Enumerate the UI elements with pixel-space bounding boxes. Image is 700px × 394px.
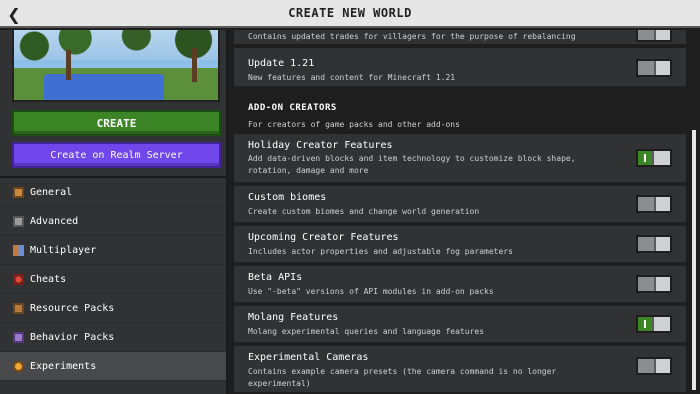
sidebar: CREATE Create on Realm Server General Ad… xyxy=(0,30,228,394)
sidebar-item-label: Cheats xyxy=(30,273,67,285)
page-title: CREATE NEW WORLD xyxy=(288,6,412,20)
experiment-description: Use "-beta" versions of API modules in a… xyxy=(248,287,494,296)
resource-packs-icon xyxy=(13,302,24,314)
experiment-name: Molang Features xyxy=(248,312,339,323)
title-bar: ❮ CREATE NEW WORLD xyxy=(0,0,700,28)
list-item: Holiday Creator Features Add data-driven… xyxy=(234,134,686,184)
sidebar-item-label: Experiments xyxy=(30,360,97,372)
sidebar-item-label: Resource Packs xyxy=(30,302,115,314)
experiment-toggle[interactable] xyxy=(636,30,672,42)
experiment-description: Molang experimental queries and language… xyxy=(248,327,485,336)
cheats-icon xyxy=(13,273,24,285)
sidebar-item-cheats[interactable]: Cheats xyxy=(0,265,226,294)
sidebar-item-general[interactable]: General xyxy=(0,178,226,207)
sidebar-item-experiments[interactable]: Experiments xyxy=(0,352,226,381)
section-title: ADD-ON CREATORS xyxy=(248,103,337,113)
experiment-description: Includes actor properties and adjustable… xyxy=(248,247,513,256)
sidebar-item-label: Advanced xyxy=(30,215,79,227)
experiment-description: Contains example camera presets (the cam… xyxy=(248,367,557,388)
experiment-description: New features and content for Minecraft 1… xyxy=(248,73,456,82)
create-button[interactable]: CREATE xyxy=(12,110,221,136)
experiment-description: Add data-driven blocks and item technolo… xyxy=(248,154,576,175)
experiment-name: Upcoming Creator Features xyxy=(248,232,399,243)
update-121-toggle[interactable] xyxy=(636,59,672,77)
experimental-cameras-toggle[interactable] xyxy=(636,357,672,375)
world-preview-image xyxy=(12,30,220,102)
custom-biomes-toggle[interactable] xyxy=(636,195,672,213)
holiday-creator-features-toggle[interactable] xyxy=(636,149,672,167)
list-item: Custom biomes Create custom biomes and c… xyxy=(234,186,686,224)
experiment-name: Update 1.21 xyxy=(248,58,315,69)
sidebar-item-label: General xyxy=(30,186,73,198)
molang-features-toggle[interactable] xyxy=(636,315,672,333)
advanced-icon xyxy=(13,215,24,227)
sidebar-item-advanced[interactable]: Advanced xyxy=(0,207,226,236)
scrollbar-thumb[interactable] xyxy=(692,130,696,390)
sidebar-item-multiplayer[interactable]: Multiplayer xyxy=(0,236,226,265)
list-item: Beta APIs Use "-beta" versions of API mo… xyxy=(234,266,686,304)
sidebar-item-label: Multiplayer xyxy=(30,244,97,256)
list-item: Contains updated trades for villagers fo… xyxy=(234,30,686,46)
experiment-name: Beta APIs xyxy=(248,272,303,283)
sidebar-item-resource-packs[interactable]: Resource Packs xyxy=(0,294,226,323)
sidebar-item-label: Behavior Packs xyxy=(30,331,115,343)
beta-apis-toggle[interactable] xyxy=(636,275,672,293)
list-item: Update 1.21 New features and content for… xyxy=(234,48,686,88)
create-on-realm-button[interactable]: Create on Realm Server xyxy=(12,142,221,168)
list-item: Molang Features Molang experimental quer… xyxy=(234,306,686,344)
sidebar-item-behavior-packs[interactable]: Behavior Packs xyxy=(0,323,226,352)
experiment-description: Create custom biomes and change world ge… xyxy=(248,207,480,216)
experiment-name: Custom biomes xyxy=(248,192,327,203)
multiplayer-icon xyxy=(13,244,24,256)
experiment-description: Contains updated trades for villagers fo… xyxy=(248,32,576,41)
section-subtitle: For creators of game packs and other add… xyxy=(248,120,460,129)
experiments-panel: Contains updated trades for villagers fo… xyxy=(232,30,688,394)
experiment-name: Experimental Cameras xyxy=(248,352,369,363)
general-icon xyxy=(13,186,24,198)
list-item: Upcoming Creator Features Includes actor… xyxy=(234,226,686,264)
experiment-name: Holiday Creator Features xyxy=(248,140,393,151)
experiments-icon xyxy=(13,360,24,372)
behavior-packs-icon xyxy=(13,331,24,343)
list-item: Experimental Cameras Contains example ca… xyxy=(234,346,686,394)
upcoming-creator-features-toggle[interactable] xyxy=(636,235,672,253)
